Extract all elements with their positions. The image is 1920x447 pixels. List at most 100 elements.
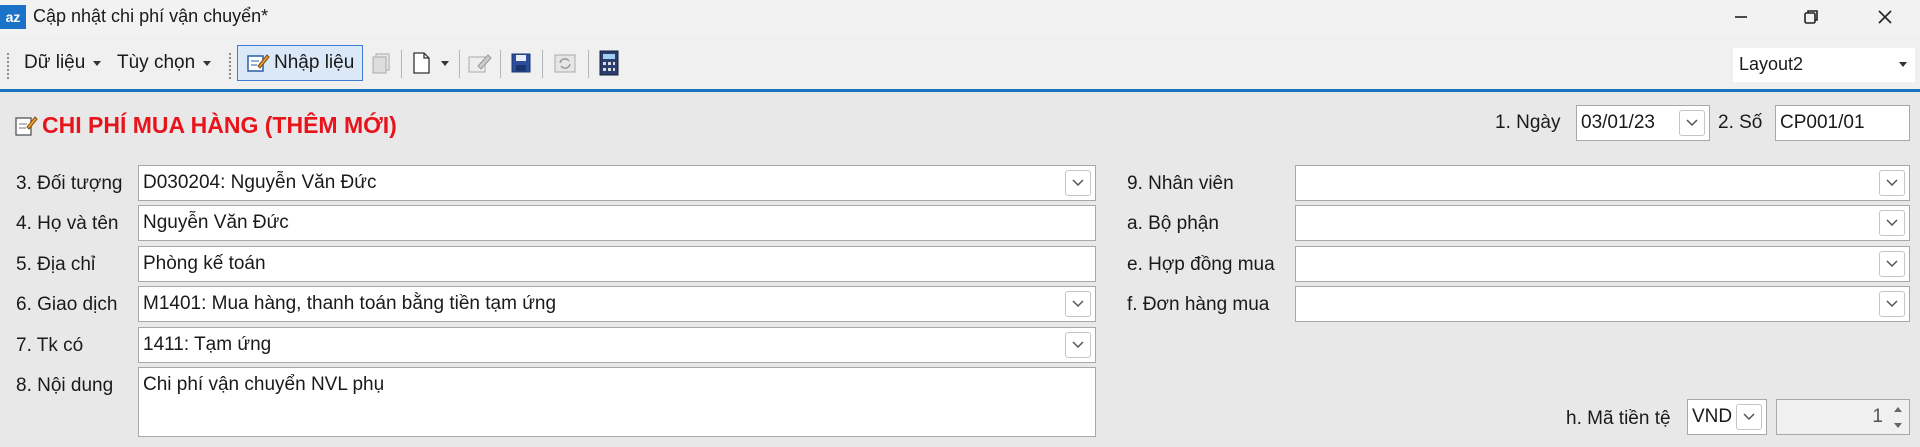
- purchase-order-label: f. Đơn hàng mua: [1127, 294, 1270, 315]
- minimize-icon: [1735, 16, 1747, 18]
- chevron-down-icon: [203, 60, 212, 66]
- purchase-contract-field[interactable]: [1295, 246, 1910, 282]
- credit-account-field[interactable]: 1411: Tạm ứng: [138, 327, 1096, 363]
- chevron-down-icon: [1743, 413, 1755, 421]
- toolbar-grip[interactable]: [6, 52, 10, 80]
- window-title: Cập nhật chi phí vận chuyển*: [33, 6, 269, 26]
- partner-field[interactable]: D030204: Nguyễn Văn Đức: [138, 165, 1096, 201]
- date-dropdown-button[interactable]: [1679, 110, 1705, 136]
- title-bar: az Cập nhật chi phí vận chuyển*: [0, 0, 1920, 34]
- description-value: Chi phí vận chuyển NVL phụ: [143, 374, 385, 395]
- form-edit-icon: [15, 116, 38, 136]
- restore-button[interactable]: [1776, 0, 1846, 34]
- chevron-down-icon: [1072, 341, 1084, 349]
- separator: [588, 50, 589, 78]
- fullname-field[interactable]: Nguyễn Văn Đức: [138, 205, 1096, 241]
- refresh-button[interactable]: [552, 45, 578, 81]
- currency-value: VND: [1692, 406, 1733, 427]
- spin-up-button[interactable]: [1889, 402, 1907, 416]
- exchange-rate-spinner[interactable]: [1889, 402, 1907, 432]
- input-mode-button[interactable]: Nhập liệu: [237, 45, 364, 81]
- separator: [542, 50, 543, 78]
- department-field[interactable]: [1295, 205, 1910, 241]
- form-title: CHI PHÍ MUA HÀNG (THÊM MỚI): [42, 112, 397, 138]
- purchase-contract-label: e. Hợp đồng mua: [1127, 254, 1275, 275]
- purchase-contract-dropdown-button[interactable]: [1879, 251, 1905, 277]
- restore-icon: [1804, 10, 1818, 24]
- separator: [401, 50, 402, 78]
- transaction-field[interactable]: M1401: Mua hàng, thanh toán bằng tiền tạ…: [138, 286, 1096, 322]
- address-label: 5. Địa chỉ: [16, 254, 96, 275]
- layout-select-value: Layout2: [1739, 54, 1804, 74]
- chevron-down-icon: [1072, 300, 1084, 308]
- separator: [500, 50, 501, 78]
- toolbar: Dữ liệu Tùy chọn Nhập liệu: [0, 34, 1920, 90]
- new-button[interactable]: [409, 45, 433, 81]
- credit-account-label: 7. Tk có: [16, 335, 84, 356]
- edit-button[interactable]: [466, 45, 494, 81]
- partner-dropdown-button[interactable]: [1065, 170, 1091, 196]
- number-label: 2. Số: [1718, 112, 1763, 133]
- employee-dropdown-button[interactable]: [1879, 170, 1905, 196]
- menu-options[interactable]: Tùy chọn: [117, 52, 212, 74]
- date-value: 03/01/23: [1581, 112, 1655, 133]
- currency-label: h. Mã tiền tệ: [1566, 408, 1671, 429]
- fullname-label: 4. Họ và tên: [16, 213, 119, 234]
- number-value: CP001/01: [1780, 112, 1865, 133]
- chevron-down-icon: [441, 60, 449, 66]
- department-label: a. Bộ phận: [1127, 213, 1219, 234]
- spin-down-button[interactable]: [1889, 418, 1907, 432]
- chevron-down-icon: [1886, 300, 1898, 308]
- chevron-down-icon: [1886, 179, 1898, 187]
- date-label: 1. Ngày: [1495, 112, 1561, 133]
- exchange-rate-field[interactable]: 1: [1776, 399, 1910, 435]
- copy-icon: [372, 53, 390, 74]
- description-field[interactable]: Chi phí vận chuyển NVL phụ: [138, 367, 1096, 437]
- menu-data[interactable]: Dữ liệu: [24, 52, 102, 74]
- copy-button[interactable]: [368, 45, 394, 81]
- layout-select[interactable]: Layout2: [1733, 48, 1915, 82]
- separator: [459, 50, 460, 78]
- purchase-order-dropdown-button[interactable]: [1879, 291, 1905, 317]
- close-button[interactable]: [1850, 0, 1920, 34]
- chevron-down-icon: [1886, 260, 1898, 268]
- app-logo-icon: az: [0, 5, 26, 29]
- menu-data-label: Dữ liệu: [24, 52, 86, 73]
- chevron-down-icon: [1886, 219, 1898, 227]
- date-field[interactable]: 03/01/23: [1576, 105, 1710, 141]
- description-label: 8. Nội dung: [16, 375, 114, 396]
- toolbar-grip[interactable]: [228, 52, 232, 80]
- department-dropdown-button[interactable]: [1879, 210, 1905, 236]
- menu-options-label: Tùy chọn: [117, 52, 196, 73]
- employee-field[interactable]: [1295, 165, 1910, 201]
- currency-dropdown-button[interactable]: [1736, 404, 1762, 430]
- chevron-down-icon: [93, 60, 102, 66]
- refresh-icon: [554, 54, 576, 73]
- save-button[interactable]: [508, 45, 534, 81]
- fullname-value: Nguyễn Văn Đức: [143, 212, 289, 233]
- credit-account-value: 1411: Tạm ứng: [143, 334, 272, 355]
- address-value: Phòng kế toán: [143, 253, 266, 274]
- new-document-icon: [413, 52, 430, 74]
- purchase-order-field[interactable]: [1295, 286, 1910, 322]
- new-dropdown-button[interactable]: [437, 45, 453, 81]
- arrow-up-icon: [1894, 406, 1902, 412]
- partner-label: 3. Đối tượng: [16, 173, 123, 194]
- address-field[interactable]: Phòng kế toán: [138, 246, 1096, 282]
- edit-form-icon: [247, 54, 270, 72]
- credit-account-dropdown-button[interactable]: [1065, 332, 1091, 358]
- arrow-down-icon: [1894, 422, 1902, 428]
- transaction-label: 6. Giao dịch: [16, 294, 118, 315]
- employee-label: 9. Nhân viên: [1127, 173, 1234, 194]
- chevron-down-icon: [1899, 62, 1907, 67]
- chevron-down-icon: [1072, 179, 1084, 187]
- close-icon: [1878, 10, 1892, 24]
- input-mode-label: Nhập liệu: [274, 52, 355, 73]
- number-field[interactable]: CP001/01: [1775, 105, 1910, 141]
- save-icon: [511, 53, 531, 73]
- calculator-button[interactable]: [596, 45, 622, 81]
- minimize-button[interactable]: [1706, 0, 1776, 34]
- edit-icon: [468, 54, 492, 73]
- currency-field[interactable]: VND: [1687, 399, 1767, 435]
- transaction-dropdown-button[interactable]: [1065, 291, 1091, 317]
